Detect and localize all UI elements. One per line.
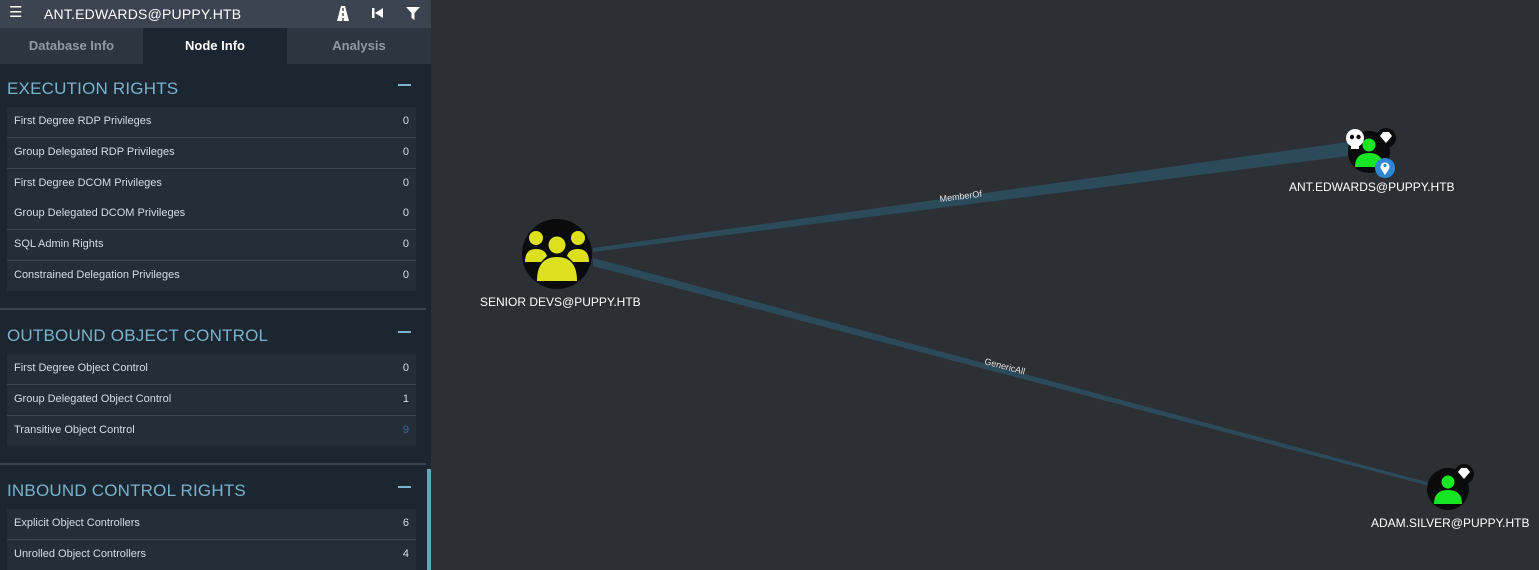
section-outbound-object-control: OUTBOUND OBJECT CONTROL <box>0 317 426 355</box>
row-label: First Degree DCOM Privileges <box>14 177 162 189</box>
list-item[interactable]: Constrained Delegation Privileges 0 <box>7 261 416 291</box>
row-label: Group Delegated DCOM Privileges <box>14 207 186 219</box>
list-item[interactable]: First Degree DCOM Privileges 0 <box>7 169 416 200</box>
group-node-senior-devs[interactable] <box>522 219 592 289</box>
back-icon[interactable] <box>369 3 387 23</box>
row-count: 0 <box>402 177 409 189</box>
user-node-ant-edwards[interactable] <box>1346 128 1396 178</box>
row-label: Unrolled Object Controllers <box>14 548 147 560</box>
list-item[interactable]: SQL Admin Rights 0 <box>7 230 416 261</box>
list-item[interactable]: Group Delegated Object Control 1 <box>7 385 416 416</box>
row-count: 0 <box>402 238 409 250</box>
node-label-adam-silver[interactable]: ADAM.SILVER@PUPPY.HTB <box>1371 516 1529 530</box>
row-count: 0 <box>402 146 409 158</box>
section-execution-rights: EXECUTION RIGHTS <box>0 70 426 108</box>
row-count: 1 <box>402 393 409 405</box>
row-label: First Degree RDP Privileges <box>14 115 152 127</box>
row-count: 6 <box>402 517 409 529</box>
row-count: 0 <box>402 207 409 219</box>
node-label-senior-devs[interactable]: SENIOR DEVS@PUPPY.HTB <box>480 295 641 309</box>
row-count: 0 <box>402 362 409 374</box>
menu-icon[interactable]: ☰ <box>9 5 22 21</box>
tab-node-info[interactable]: Node Info <box>143 28 287 64</box>
row-count: 0 <box>402 269 409 281</box>
diamond-icon <box>1454 464 1474 484</box>
list-item[interactable]: Explicit Object Controllers 6 <box>7 509 416 540</box>
pathfinding-icon[interactable] <box>334 3 352 23</box>
row-label: SQL Admin Rights <box>14 238 104 250</box>
node-info-panel: ☰ ANT.EDWARDS@PUPPY.HTB Database Info No… <box>0 0 431 570</box>
list-item[interactable]: Transitive Object Control 9 <box>7 416 416 446</box>
edge-memberof[interactable]: MemberOf <box>593 142 1348 252</box>
tab-analysis[interactable]: Analysis <box>287 28 431 64</box>
section-divider <box>0 308 426 310</box>
list-item[interactable]: Group Delegated RDP Privileges 0 <box>7 138 416 169</box>
row-count[interactable]: 9 <box>403 424 409 436</box>
row-count: 4 <box>402 548 409 560</box>
row-label: Explicit Object Controllers <box>14 517 140 529</box>
collapse-icon[interactable] <box>398 331 411 333</box>
node-label-ant-edwards[interactable]: ANT.EDWARDS@PUPPY.HTB <box>1289 180 1455 194</box>
row-label: Constrained Delegation Privileges <box>14 269 180 281</box>
row-label: First Degree Object Control <box>14 362 148 374</box>
section-title: EXECUTION RIGHTS <box>7 79 179 98</box>
section-inbound-control-rights: INBOUND CONTROL RIGHTS <box>0 472 426 510</box>
section-title: INBOUND CONTROL RIGHTS <box>7 481 246 500</box>
collapse-icon[interactable] <box>398 84 411 86</box>
section-divider <box>0 463 426 465</box>
scrollbar[interactable] <box>427 469 431 570</box>
section-title: OUTBOUND OBJECT CONTROL <box>7 326 269 345</box>
list-item[interactable]: Group Delegated DCOM Privileges 0 <box>7 199 416 230</box>
row-label: Group Delegated RDP Privileges <box>14 146 175 158</box>
user-node-adam-silver[interactable] <box>1427 464 1474 510</box>
filter-icon[interactable] <box>404 3 422 23</box>
edge-genericall[interactable]: GenericAll <box>593 258 1430 486</box>
diamond-icon <box>1376 128 1396 148</box>
selected-node-title[interactable]: ANT.EDWARDS@PUPPY.HTB <box>44 6 241 22</box>
row-label: Transitive Object Control <box>14 424 135 436</box>
row-count: 0 <box>402 115 409 127</box>
search-bar: ☰ ANT.EDWARDS@PUPPY.HTB <box>0 0 431 28</box>
list-item[interactable]: First Degree RDP Privileges 0 <box>7 107 416 138</box>
tab-database-info[interactable]: Database Info <box>0 28 143 64</box>
collapse-icon[interactable] <box>398 486 411 488</box>
location-pin-icon <box>1375 158 1395 178</box>
row-label: Group Delegated Object Control <box>14 393 172 405</box>
list-item[interactable]: First Degree Object Control 0 <box>7 354 416 385</box>
list-item[interactable]: Unrolled Object Controllers 4 <box>7 540 416 570</box>
panel-tabs: Database Info Node Info Analysis <box>0 28 431 64</box>
